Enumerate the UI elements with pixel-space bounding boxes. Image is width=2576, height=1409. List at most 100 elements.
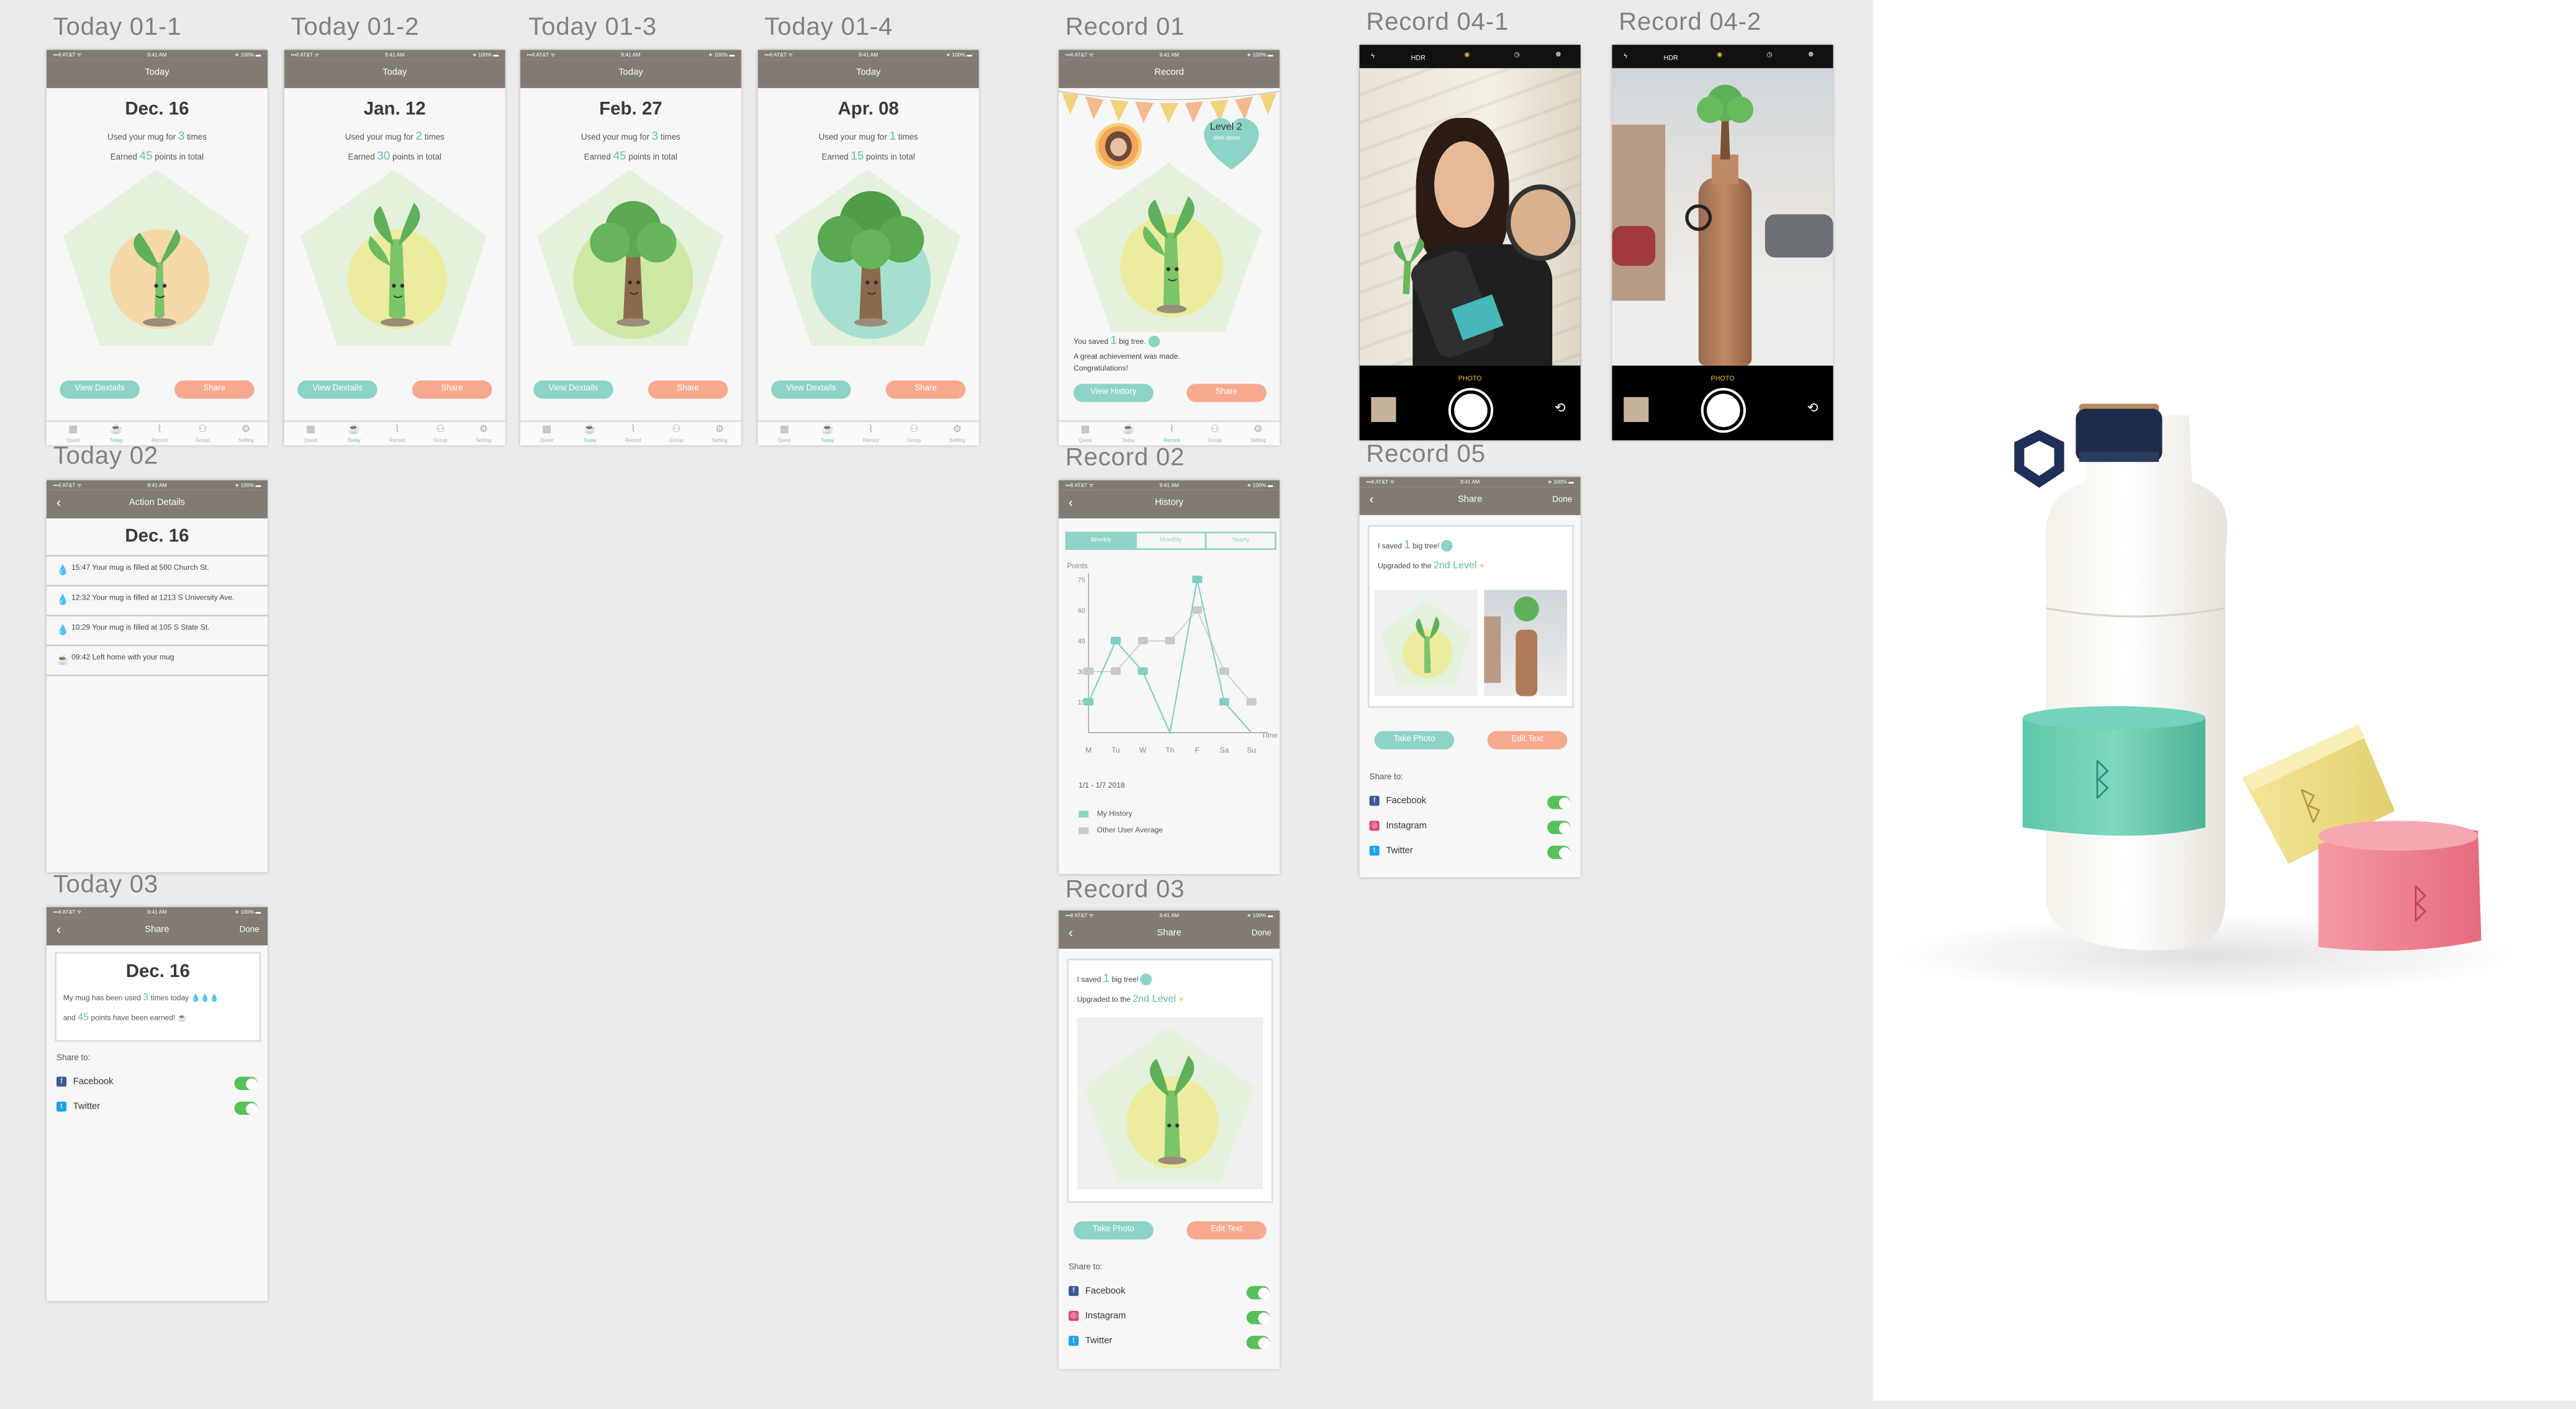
tab-today[interactable]: ☕ Today: [100, 425, 133, 443]
social-instagram: ◎ Instagram: [1369, 821, 1427, 832]
list-item[interactable]: ☕ 09:42 Left home with your mug: [46, 646, 268, 677]
shutter-button[interactable]: [1703, 390, 1743, 431]
instagram-toggle[interactable]: [1547, 821, 1571, 834]
tab-icon: ⌇: [1169, 425, 1175, 436]
twitter-toggle[interactable]: [234, 1101, 258, 1115]
view-details-button[interactable]: View Dextails: [771, 380, 851, 399]
view-history-button[interactable]: View History: [1073, 384, 1154, 402]
bluetooth-icon: ᛒ: [2408, 881, 2433, 927]
edit-text-button[interactable]: Edit Text: [1487, 731, 1568, 750]
tab-record[interactable]: ⌇ Record: [143, 425, 176, 443]
frame-label: Today 01-1: [53, 13, 182, 42]
usage-text: Used your mug for 3 times: [581, 131, 680, 143]
tab-icon: ⌇: [868, 425, 874, 436]
series-line: [1088, 609, 1252, 703]
view-details-button[interactable]: View Dextails: [60, 380, 140, 399]
share-button[interactable]: Share: [174, 380, 255, 399]
tab-quest[interactable]: ▦ Quest: [294, 425, 328, 443]
tab-record[interactable]: ⌇ Record: [617, 425, 650, 443]
tab-quest[interactable]: ▦ Quest: [1069, 425, 1102, 443]
tab-group[interactable]: ⚇ Group: [1198, 425, 1232, 443]
list-item[interactable]: 💧 15:47 Your mug is filled at 500 Church…: [46, 556, 268, 587]
tab-quest[interactable]: ▦ Quest: [768, 425, 802, 443]
photo-thumbnail[interactable]: [1484, 590, 1568, 696]
tab-record[interactable]: ⌇ Record: [854, 425, 888, 443]
mug-icon: ☕: [177, 1013, 187, 1022]
status-bar: •••ll AT&T ᯤ 9:41 AM ∗ 100% ▬: [284, 50, 505, 60]
mug-icon: [1078, 827, 1089, 834]
filter-icon: ❁: [1808, 50, 1814, 58]
tab-group[interactable]: ⚇ Group: [897, 425, 931, 443]
y-tick-label: 45: [1078, 638, 1085, 646]
tab-group[interactable]: ⚇ Group: [660, 425, 694, 443]
share-button[interactable]: Share: [885, 380, 966, 399]
done-button[interactable]: Done: [1252, 929, 1272, 939]
share-button[interactable]: Share: [648, 380, 728, 399]
segment-weekly[interactable]: Weekly: [1067, 533, 1136, 549]
segment-monthly[interactable]: Monthly: [1135, 533, 1204, 549]
tab-setting[interactable]: ⚙ Setting: [467, 425, 500, 443]
list-item[interactable]: 💧 10:29 Your mug is filled at 105 S Stat…: [46, 616, 268, 647]
tab-icon: ⚇: [910, 425, 919, 436]
social-instagram: ◎ Instagram: [1069, 1310, 1126, 1321]
view-details-button[interactable]: View Dextails: [297, 380, 377, 399]
flip-camera-icon[interactable]: ⟲: [1807, 400, 1818, 415]
edit-text-button[interactable]: Edit Text: [1186, 1221, 1267, 1240]
gallery-thumbnail[interactable]: [1371, 397, 1396, 422]
frame-label: Record 03: [1065, 875, 1185, 904]
tab-quest[interactable]: ▦ Quest: [56, 425, 90, 443]
tab-icon: ⚙: [241, 425, 251, 436]
saved-text: I saved 1 big tree!: [1378, 540, 1453, 552]
take-photo-button[interactable]: Take Photo: [1073, 1221, 1154, 1240]
shutter-button[interactable]: [1450, 390, 1491, 431]
done-button[interactable]: Done: [240, 925, 260, 935]
segment-yearly[interactable]: Yearly: [1204, 533, 1275, 549]
take-photo-button[interactable]: Take Photo: [1374, 731, 1455, 750]
tab-today[interactable]: ☕ Today: [573, 425, 607, 443]
data-point: [1219, 667, 1229, 675]
tab-record[interactable]: ⌇ Record: [381, 425, 414, 443]
share-button[interactable]: Share: [412, 380, 492, 399]
done-button[interactable]: Done: [1552, 495, 1572, 505]
twitter-toggle[interactable]: [1547, 845, 1571, 859]
frame-label: Today 01-2: [291, 13, 420, 42]
tab-bar: ▦ Quest ☕ Today ⌇ Record ⚇ Group ⚙ Setting: [1059, 420, 1280, 446]
mug-icon: [1078, 810, 1089, 817]
facebook-toggle[interactable]: [234, 1076, 258, 1090]
flash-icon: ϟ: [1624, 51, 1627, 60]
facebook-toggle[interactable]: [1246, 1285, 1270, 1300]
tab-today[interactable]: ☕ Today: [811, 425, 844, 443]
flip-camera-icon[interactable]: ⟲: [1555, 400, 1566, 415]
date-heading: Dec. 16: [125, 961, 190, 982]
share-button[interactable]: Share: [1186, 384, 1267, 402]
tab-today[interactable]: ☕ Today: [1112, 425, 1146, 443]
tab-setting[interactable]: ⚙ Setting: [703, 425, 736, 443]
twitter-toggle[interactable]: [1246, 1336, 1270, 1349]
today-screen: •••ll AT&T ᯤ 9:41 AM ∗ 100% ▬ Today Apr. 0…: [757, 50, 979, 446]
tree-illustration: [63, 169, 250, 346]
y-axis-label: Points: [1067, 561, 1088, 570]
instagram-toggle[interactable]: [1246, 1310, 1270, 1325]
tab-group[interactable]: ⚇ Group: [186, 425, 220, 443]
data-point: [1192, 575, 1203, 583]
tab-setting[interactable]: ⚙ Setting: [1242, 425, 1275, 443]
nav-bar: Record: [1059, 60, 1280, 88]
sparkle-icon: ✷: [1478, 561, 1486, 570]
gallery-thumbnail[interactable]: [1624, 397, 1649, 422]
facebook-icon: f: [56, 1076, 67, 1087]
product-render-panel: ᛒ ᛒ ᛒ: [1873, 0, 2576, 1401]
level-sub: Well done!: [1213, 134, 1241, 142]
view-details-button[interactable]: View Dextails: [533, 380, 613, 399]
nav-title: Today: [856, 68, 881, 78]
nav-bar: Today: [757, 60, 979, 88]
list-item[interactable]: 💧 12:32 Your mug is filled at 1213 S Uni…: [46, 586, 268, 617]
facebook-toggle[interactable]: [1547, 796, 1571, 809]
tab-record[interactable]: ⌇ Record: [1155, 425, 1188, 443]
upgrade-text: Upgraded to the 2nd Level ✷: [1077, 995, 1185, 1006]
tab-quest[interactable]: ▦ Quest: [530, 425, 564, 443]
tab-today[interactable]: ☕ Today: [337, 425, 371, 443]
tab-group[interactable]: ⚇ Group: [424, 425, 458, 443]
tab-setting[interactable]: ⚙ Setting: [941, 425, 974, 443]
tab-setting[interactable]: ⚙ Setting: [229, 425, 263, 443]
today-screen: •••ll AT&T ᯤ 9:41 AM ∗ 100% ▬ Today Dec. 1…: [46, 50, 268, 446]
